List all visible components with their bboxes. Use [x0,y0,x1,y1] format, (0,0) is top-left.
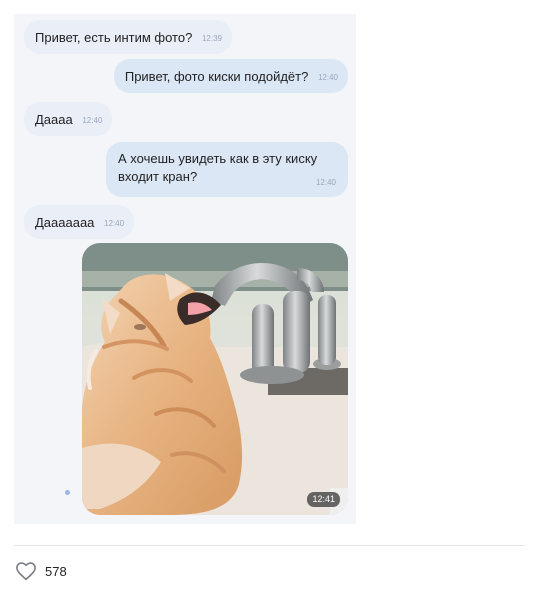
message-text: А хочешь увидеть как в эту киску входит … [118,151,318,184]
like-count: 578 [45,563,67,579]
message-text: Дааааааа [35,214,95,230]
chat-screenshot: Привет, есть интим фото? 12:39 Привет, ф… [14,14,356,524]
cat-drinking-photo [82,243,348,515]
message-bubble[interactable]: Привет, есть интим фото? 12:39 [24,20,232,55]
message-time: 12:40 [315,178,336,188]
message-bubble[interactable]: А хочешь увидеть как в эту киску входит … [106,142,348,198]
message-bubble[interactable]: Дааааааа 12:40 [24,205,135,240]
message-time: 12:39 [201,34,222,43]
post-card: Привет, есть интим фото? 12:39 Привет, ф… [0,0,542,596]
photo-time: 12:41 [307,492,340,507]
message-time: 12:40 [317,73,338,82]
like-button[interactable]: 578 [15,561,67,581]
message-bubble[interactable]: Даааа 12:40 [24,102,113,137]
message-text: Привет, фото киски подойдёт? [124,68,309,84]
heart-icon[interactable] [15,561,37,581]
chat-photo[interactable]: 12:41 [82,243,348,515]
message-time: 12:40 [104,219,125,228]
message-bubble[interactable]: Привет, фото киски подойдёт? 12:40 [113,59,348,94]
message-time: 12:40 [82,116,103,125]
message-text: Даааа [35,111,73,127]
message-text: Привет, есть интим фото? [35,29,193,45]
post-divider [14,545,525,546]
unread-dot [65,490,70,495]
